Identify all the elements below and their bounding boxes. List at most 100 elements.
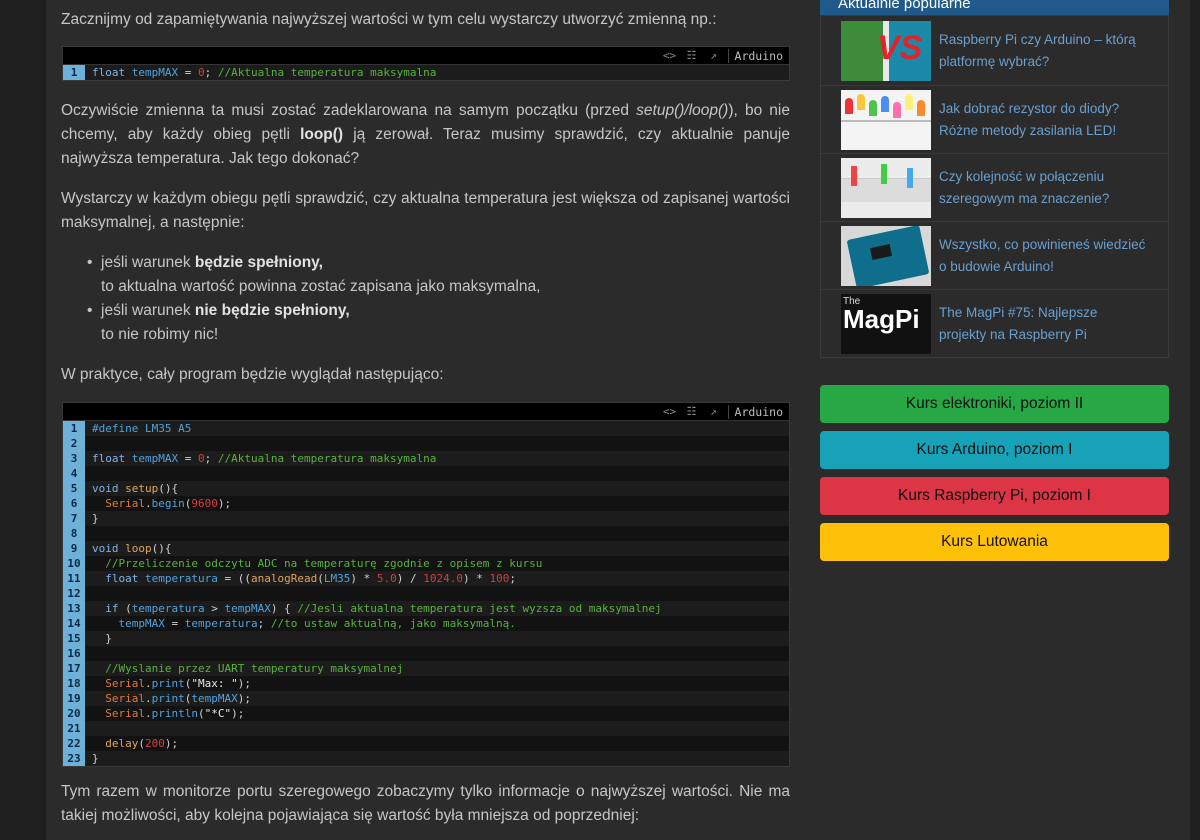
code-line: 17 //Wyslanie przez UART temperatury mak… (63, 661, 789, 676)
code-text: Serial.print("Max: "); (105, 677, 251, 690)
code-text: if (temperatura > tempMAX) { //Jesli akt… (105, 602, 662, 615)
line-number: 14 (63, 616, 85, 631)
popular-item-arduino-build[interactable]: Wszystko, co powinieneś wiedzieć o budowi… (821, 221, 1168, 289)
list-item: • jeśli warunek będzie spełniony, to aktua… (87, 254, 541, 295)
code-text: void setup(){ (92, 482, 179, 495)
line-number: 9 (63, 541, 85, 556)
line-number: 13 (63, 601, 85, 616)
popular-link[interactable]: Czy kolejność w połączeniu szeregowym ma … (931, 166, 1109, 210)
code-text: #define LM35 A5 (92, 422, 192, 435)
line-number: 22 (63, 736, 85, 751)
thumbnail-image[interactable] (841, 225, 931, 286)
popular-link[interactable]: The MagPi #75: Najlepsze projekty na Rasp… (931, 302, 1097, 346)
code-text: Serial.print(tempMAX); (105, 692, 251, 705)
line-number: 21 (63, 721, 85, 736)
line-number: 19 (63, 691, 85, 706)
popular-item-resistor-led[interactable]: Jak dobrać rezystor do diody? Różne metod… (821, 85, 1168, 153)
expand-icon[interactable]: ↗ (706, 49, 722, 63)
code-line: 4 (63, 466, 789, 481)
course-button[interactable]: Kurs elektroniki, poziom II (820, 385, 1169, 423)
code-line: 5 void setup(){ (63, 481, 789, 496)
thumbnail-caption: MagPi (843, 303, 920, 334)
intro-paragraph: Zacznijmy od zapamiętywania najwyższej w… (61, 11, 717, 28)
copy-icon[interactable]: ☷ (684, 405, 700, 419)
line-number: 7 (63, 511, 85, 526)
code-line: 9 void loop(){ (63, 541, 789, 556)
thumbnail-image[interactable]: VS (841, 20, 931, 81)
view-source-icon[interactable]: <> (662, 49, 678, 63)
popular-link[interactable]: Jak dobrać rezystor do diody? Różne metod… (931, 98, 1119, 142)
code-text: Serial.println("*C"); (105, 707, 245, 720)
line-number: 18 (63, 676, 85, 691)
code-line: 1 #define LM35 A5 (63, 421, 789, 436)
code-block-2: <> ☷ ↗ Arduino 1 #define LM35 A5 2 3 float t… (62, 402, 790, 767)
code-line: 3 float tempMAX = 0; //Aktualna temperatu… (63, 451, 789, 466)
code-language-label: Arduino (727, 404, 783, 419)
code-line: 11 float temperatura = ((analogRead(LM35… (63, 571, 789, 586)
code-toolbar: <> ☷ ↗ Arduino (63, 47, 789, 65)
popular-link[interactable]: Wszystko, co powinieneś wiedzieć o budowi… (931, 234, 1145, 278)
line-number: 12 (63, 586, 85, 601)
popular-item-rpi-vs-arduino[interactable]: VS Raspberry Pi czy Arduino – którą platf… (821, 15, 1168, 85)
line-number: 5 (63, 481, 85, 496)
code-text: } (92, 512, 99, 525)
code-line: 7} (63, 511, 789, 526)
code-line: 22 delay(200); (63, 736, 789, 751)
code-line: 10 //Przeliczenie odczytu ADC na tempera… (63, 556, 789, 571)
code-text: } (92, 632, 112, 645)
paragraph-program: W praktyce, cały program będzie wyglądał… (61, 366, 444, 383)
code-line: 14 tempMAX = temperatura; //to ustaw akt… (63, 616, 789, 631)
code-text: float temperatura = ((analogRead(LM35) *… (105, 572, 516, 585)
view-source-icon[interactable]: <> (662, 405, 678, 419)
code-toolbar: <> ☷ ↗ Arduino (63, 403, 789, 421)
line-number: 20 (63, 706, 85, 721)
code-text: float tempMAX = 0; //Aktualna temperatur… (92, 452, 437, 465)
line-number: 23 (63, 751, 85, 766)
line-number: 17 (63, 661, 85, 676)
thumbnail-image[interactable] (841, 89, 931, 150)
line-number: 2 (63, 436, 85, 451)
code-line: 2 (63, 436, 789, 451)
code-line: 16 (63, 646, 789, 661)
paragraph-declaration: Oczywiście zmienna ta musi zostać zadekl… (61, 102, 790, 167)
line-number: 6 (63, 496, 85, 511)
popular-link[interactable]: Raspberry Pi czy Arduino – którą platform… (931, 29, 1136, 73)
code-text: tempMAX = temperatura; //to ustaw aktual… (118, 617, 516, 630)
popular-item-series-order[interactable]: Czy kolejność w połączeniu szeregowym ma … (821, 153, 1168, 221)
code-text: //Przeliczenie odczytu ADC na temperatur… (105, 557, 543, 570)
code-lines: 1 #define LM35 A5 2 3 float tempMAX = 0; //A… (63, 421, 789, 766)
code-language-label: Arduino (727, 48, 783, 63)
expand-icon[interactable]: ↗ (706, 405, 722, 419)
popular-item-magpi-75[interactable]: The MagPi The MagPi #75: Najlepsze projek… (821, 289, 1168, 357)
code-line: 19 Serial.print(tempMAX); (63, 691, 789, 706)
line-number: 8 (63, 526, 85, 541)
line-number: 11 (63, 571, 85, 586)
course-button[interactable]: Kurs Lutowania (820, 523, 1169, 561)
thumbnail-image[interactable]: The MagPi (841, 293, 931, 354)
paragraph-monitor: Tym razem w monitorze portu szeregowego … (61, 783, 790, 824)
code-text: } (92, 752, 99, 765)
code-text: //Wyslanie przez UART temperatury maksym… (105, 662, 404, 675)
line-number: 10 (63, 556, 85, 571)
code-line: 13 if (temperatura > tempMAX) { //Jesli … (63, 601, 789, 616)
line-number: 1 (63, 421, 85, 436)
sidebar-header: Aktualnie popularne (820, 0, 1169, 15)
paragraph-check: Wystarczy w każdym obiegu pętli sprawdzi… (61, 190, 790, 231)
line-number: 4 (63, 466, 85, 481)
copy-icon[interactable]: ☷ (684, 49, 700, 63)
conditions-list: • jeśli warunek będzie spełniony, to aktua… (61, 251, 790, 347)
code-line: 12 (63, 586, 789, 601)
code-line: 18 Serial.print("Max: "); (63, 676, 789, 691)
course-button[interactable]: Kurs Arduino, poziom I (820, 431, 1169, 469)
thumbnail-image[interactable] (841, 157, 931, 218)
code-lines: 1 float tempMAX = 0; //Aktualna temperat… (63, 65, 789, 80)
code-text: Serial.begin(9600); (105, 497, 232, 510)
sidebar: Aktualnie popularne VS Raspberry Pi czy … (820, 0, 1169, 358)
course-button[interactable]: Kurs Raspberry Pi, poziom I (820, 477, 1169, 515)
code-text: delay(200); (105, 737, 179, 750)
